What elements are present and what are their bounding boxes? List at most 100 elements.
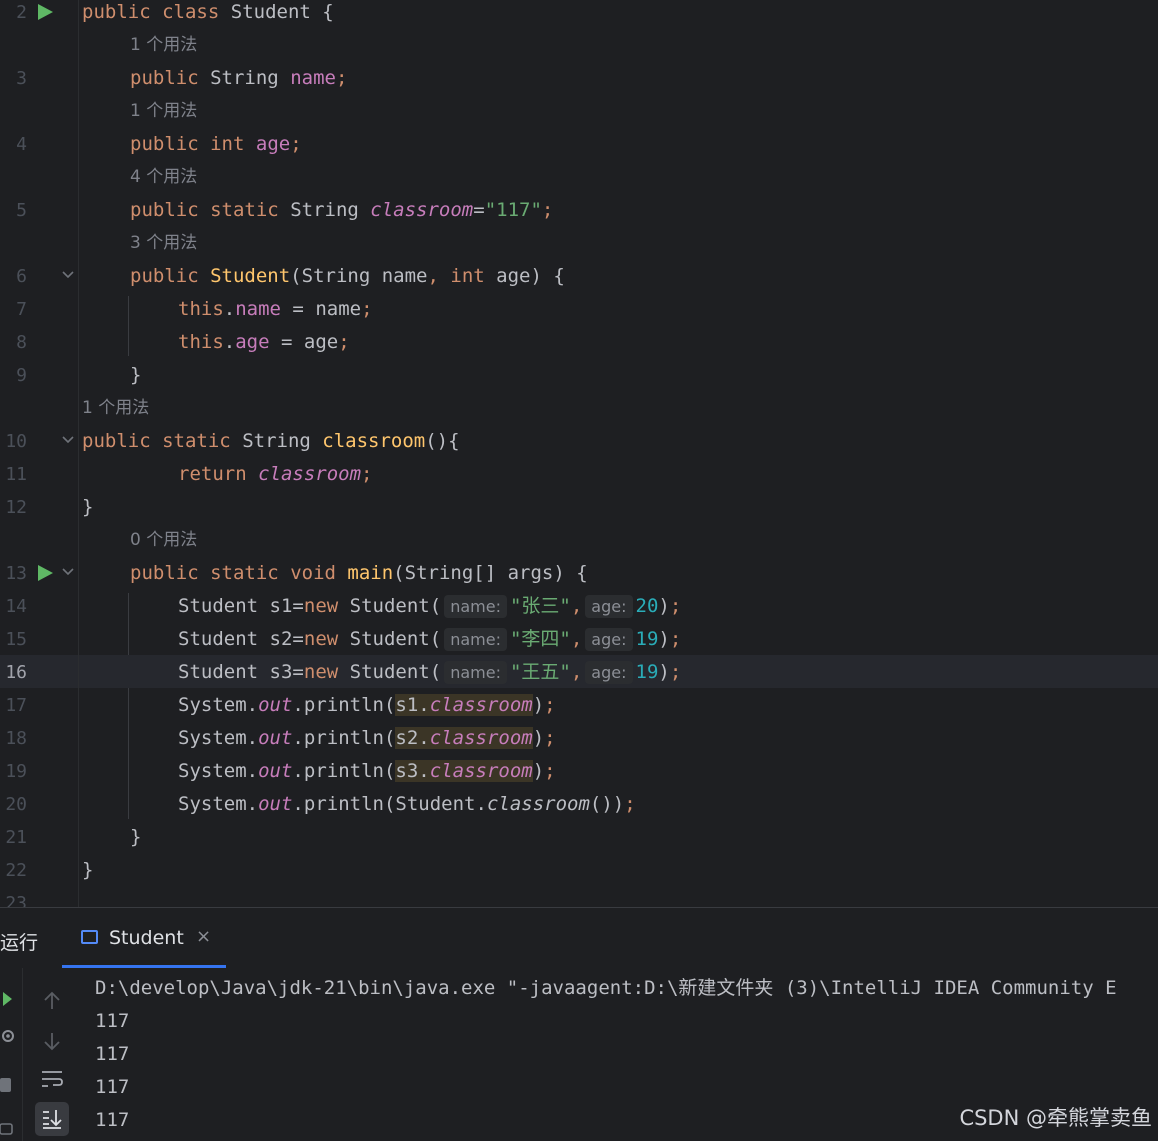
camera-icon[interactable] bbox=[0, 1118, 14, 1138]
watermark: CSDN @牵熊掌卖鱼 bbox=[959, 1106, 1152, 1130]
code-text: public class Student { bbox=[82, 1, 334, 23]
soft-wrap-icon[interactable] bbox=[40, 1068, 64, 1090]
line-number: 11 bbox=[5, 464, 27, 485]
run-tool-title[interactable]: 运行 bbox=[0, 928, 38, 955]
code-text: this.name = name; bbox=[178, 298, 373, 320]
code-line[interactable]: 5 public static String classroom="117"; bbox=[0, 198, 1158, 231]
usage-hint[interactable]: 0 个用法 bbox=[130, 528, 197, 553]
fold-icon[interactable] bbox=[61, 268, 75, 282]
line-number: 22 bbox=[5, 860, 27, 881]
code-line[interactable]: 9 } bbox=[0, 363, 1158, 396]
param-hint: age: bbox=[585, 661, 633, 684]
stop-icon[interactable] bbox=[0, 1076, 14, 1094]
gutter-divider bbox=[78, 0, 79, 907]
code-editor[interactable]: 2 public class Student { 1 个用法 3 public … bbox=[0, 0, 1158, 907]
usage-hint-line: 1 个用法 bbox=[0, 33, 1158, 66]
usage-hint-line: 0 个用法 bbox=[0, 528, 1158, 561]
usage-hint-line: 3 个用法 bbox=[0, 231, 1158, 264]
code-line[interactable]: 23 bbox=[0, 891, 1158, 907]
code-line[interactable]: 12 } bbox=[0, 495, 1158, 528]
code-text: Student s1=new Student(name: "张三", age: 20)… bbox=[178, 595, 682, 618]
code-line[interactable]: 17 System.out.println(s1.classroom); bbox=[0, 693, 1158, 726]
code-line[interactable]: 11 return classroom; bbox=[0, 462, 1158, 495]
close-icon[interactable]: × bbox=[196, 926, 211, 947]
usage-hint-line: 1 个用法 bbox=[0, 99, 1158, 132]
code-line[interactable]: 8 this.age = age; bbox=[0, 330, 1158, 363]
code-text: return classroom; bbox=[178, 463, 373, 485]
usage-hint-line: 4 个用法 bbox=[0, 165, 1158, 198]
settings-icon[interactable] bbox=[0, 1026, 16, 1046]
code-line[interactable]: 18 System.out.println(s2.classroom); bbox=[0, 726, 1158, 759]
usage-hint-line: 1 个用法 bbox=[0, 396, 1158, 429]
param-hint: age: bbox=[585, 628, 633, 651]
console-line: 117 bbox=[95, 1043, 130, 1065]
line-number: 3 bbox=[16, 68, 27, 89]
fold-icon[interactable] bbox=[61, 565, 75, 579]
code-text: public static void main(String[] args) { bbox=[130, 562, 588, 584]
code-text: } bbox=[130, 364, 142, 386]
line-number: 23 bbox=[5, 893, 27, 907]
code-line[interactable]: 14 Student s1=new Student(name: "张三", age:… bbox=[0, 594, 1158, 627]
usage-hint[interactable]: 1 个用法 bbox=[130, 99, 197, 124]
scroll-down-icon[interactable] bbox=[42, 1030, 62, 1052]
code-line-current[interactable]: 16 Student s3=new Student(name: "王五", age:… bbox=[0, 655, 1158, 688]
code-text: this.age = age; bbox=[178, 331, 350, 353]
line-number: 13 bbox=[5, 563, 27, 584]
code-line[interactable]: 21 } bbox=[0, 825, 1158, 858]
line-number: 20 bbox=[5, 794, 27, 815]
line-number: 2 bbox=[16, 2, 27, 23]
usage-hint[interactable]: 1 个用法 bbox=[130, 33, 197, 58]
fold-icon[interactable] bbox=[61, 433, 75, 447]
line-number: 7 bbox=[16, 299, 27, 320]
tab-student[interactable]: Student × bbox=[62, 908, 226, 968]
line-number: 16 bbox=[5, 662, 27, 683]
scroll-to-end-button[interactable] bbox=[35, 1102, 69, 1136]
line-number: 19 bbox=[5, 761, 27, 782]
code-text: System.out.println(s1.classroom); bbox=[178, 694, 556, 716]
code-line[interactable]: 19 System.out.println(s3.classroom); bbox=[0, 759, 1158, 792]
code-line[interactable]: 13 public static void main(String[] args… bbox=[0, 561, 1158, 594]
scroll-up-icon[interactable] bbox=[42, 990, 62, 1012]
line-number: 8 bbox=[16, 332, 27, 353]
code-line[interactable]: 10 public static String classroom(){ bbox=[0, 429, 1158, 462]
terminal-icon bbox=[81, 930, 98, 944]
code-line[interactable]: 3 public String name; bbox=[0, 66, 1158, 99]
code-text: System.out.println(s2.classroom); bbox=[178, 727, 556, 749]
line-number: 14 bbox=[5, 596, 27, 617]
line-number: 5 bbox=[16, 200, 27, 221]
code-text: System.out.println(s3.classroom); bbox=[178, 760, 556, 782]
run-gutter-icon[interactable] bbox=[38, 4, 53, 20]
code-line[interactable]: 22 } bbox=[0, 858, 1158, 891]
line-number: 21 bbox=[5, 827, 27, 848]
console-line: D:\develop\Java\jdk-21\bin\java.exe "-ja… bbox=[95, 977, 1117, 999]
usage-hint[interactable]: 1 个用法 bbox=[82, 396, 149, 421]
line-number: 15 bbox=[5, 629, 27, 650]
code-text: System.out.println(Student.classroom()); bbox=[178, 793, 636, 815]
line-number: 17 bbox=[5, 695, 27, 716]
code-text: Student s3=new Student(name: "王五", age: 19)… bbox=[178, 661, 682, 684]
code-text: public String name; bbox=[130, 67, 348, 89]
code-line[interactable]: 2 public class Student { bbox=[0, 0, 1158, 33]
code-line[interactable]: 6 public Student(String name, int age) { bbox=[0, 264, 1158, 297]
scroll-to-end-icon bbox=[43, 1110, 62, 1129]
rerun-icon[interactable] bbox=[0, 988, 16, 1010]
left-toolbar bbox=[0, 968, 23, 1141]
tool-window-header: 运行 Student × bbox=[0, 908, 1158, 968]
param-hint: name: bbox=[444, 595, 507, 618]
console-line: 117 bbox=[95, 1076, 130, 1098]
code-line[interactable]: 4 public int age; bbox=[0, 132, 1158, 165]
usage-hint[interactable]: 4 个用法 bbox=[130, 165, 197, 190]
line-number: 12 bbox=[5, 497, 27, 518]
run-gutter-icon[interactable] bbox=[38, 565, 53, 581]
usage-hint[interactable]: 3 个用法 bbox=[130, 231, 197, 256]
console-line: 117 bbox=[95, 1109, 130, 1131]
param-hint: name: bbox=[444, 661, 507, 684]
line-number: 10 bbox=[5, 431, 27, 452]
line-number: 6 bbox=[16, 266, 27, 287]
code-text: public Student(String name, int age) { bbox=[130, 265, 565, 287]
code-line[interactable]: 20 System.out.println(Student.classroom(… bbox=[0, 792, 1158, 825]
code-text: } bbox=[82, 859, 94, 881]
code-line[interactable]: 7 this.name = name; bbox=[0, 297, 1158, 330]
line-number: 4 bbox=[16, 134, 27, 155]
param-hint: age: bbox=[585, 595, 633, 618]
